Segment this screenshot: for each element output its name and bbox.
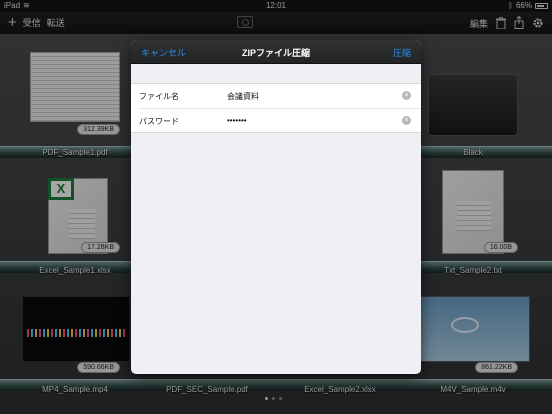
dialog-header: キャンセル ZIPファイル圧縮 圧縮	[131, 40, 421, 64]
zip-form: ファイル名 会議資料 × パスワード ••••••• ×	[131, 83, 421, 133]
password-row[interactable]: パスワード ••••••• ×	[139, 108, 421, 132]
filename-row[interactable]: ファイル名 会議資料 ×	[131, 84, 421, 108]
filename-field[interactable]: 会議資料	[227, 91, 259, 102]
zip-compress-dialog: キャンセル ZIPファイル圧縮 圧縮 ファイル名 会議資料 × パスワード ••…	[131, 40, 421, 374]
dialog-title: ZIPファイル圧縮	[241, 48, 310, 58]
compress-button[interactable]: 圧縮	[393, 46, 411, 59]
filename-label: ファイル名	[139, 92, 179, 101]
clear-icon[interactable]: ×	[402, 116, 411, 125]
password-label: パスワード	[139, 117, 179, 126]
clear-icon[interactable]: ×	[402, 91, 411, 100]
password-field[interactable]: •••••••	[227, 116, 247, 125]
